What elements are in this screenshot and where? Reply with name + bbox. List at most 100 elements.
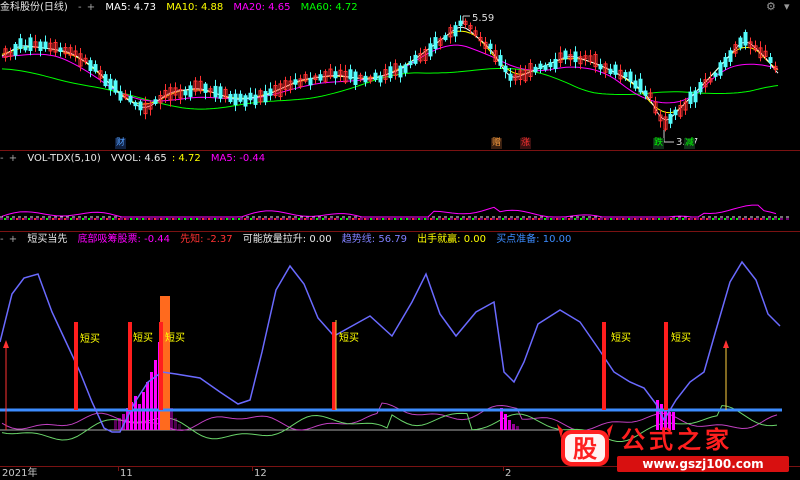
candle-body (638, 78, 643, 93)
bottom-bar (508, 420, 511, 430)
vol-bar (592, 218, 594, 220)
candle-body (183, 90, 188, 96)
x-tick (118, 467, 119, 471)
price-panel[interactable]: 金科股份(日线) - + MA5: 4.73 MA10: 4.88 MA20: … (0, 0, 800, 150)
x-tick (503, 467, 504, 471)
candle-body (128, 96, 133, 103)
candle-body (23, 45, 28, 51)
bottom-bar (504, 414, 507, 430)
marker-zhang[interactable]: 涨 (520, 138, 532, 149)
vol-bar (448, 218, 450, 220)
vol-bar (388, 218, 390, 220)
candle-body (413, 54, 418, 64)
vol-bar (478, 218, 480, 220)
candle-body (728, 50, 733, 62)
vol-bar (160, 218, 162, 220)
candle-body (598, 64, 603, 70)
candle-body (268, 88, 273, 96)
vol-bar (382, 218, 384, 220)
vol-bar (274, 218, 276, 220)
candle-body (623, 72, 628, 78)
vol-bar (700, 218, 702, 220)
vol-bar (496, 218, 498, 220)
candle-body (713, 72, 718, 77)
candle-body (203, 83, 208, 93)
marker-die[interactable]: 跌 (653, 138, 665, 149)
duanmai-label: 短买 (133, 331, 153, 344)
vol-bar (484, 218, 486, 220)
vol-bar (730, 218, 732, 220)
vol-bar (70, 218, 72, 220)
vol-bar (310, 218, 312, 220)
vol-bar (196, 218, 198, 220)
vol-bar (76, 218, 78, 220)
vol-bar (298, 218, 300, 220)
vol-bar (664, 218, 666, 220)
vol-bar (214, 218, 216, 220)
candle-body (243, 95, 248, 107)
watermark: 股 公式之家 www.gszj100.com (555, 424, 795, 476)
vol-bar (706, 218, 708, 220)
bottom-bar (118, 418, 121, 430)
candle-body (398, 65, 403, 78)
candle-body (238, 93, 243, 102)
price-chart[interactable]: 5.59 3.57 (0, 0, 800, 150)
candle-body (538, 63, 543, 70)
vol-bar (88, 218, 90, 220)
candle-body (563, 50, 568, 60)
vol-bar (34, 218, 36, 220)
x-label-12: 12 (254, 468, 267, 479)
vol-bar (226, 218, 228, 220)
candle-body (508, 73, 513, 81)
vol-bar (760, 218, 762, 220)
candle-body (433, 37, 438, 49)
vol-bar (460, 218, 462, 220)
candle-body (233, 93, 238, 106)
x-label-11: 11 (120, 468, 133, 479)
vol-bar (40, 218, 42, 220)
candle-body (93, 64, 98, 72)
vol-bar (256, 218, 258, 220)
vol-bar (202, 218, 204, 220)
x-label-2: 2 (505, 468, 512, 479)
vol-bar (106, 218, 108, 220)
candle-body (643, 90, 648, 96)
vol-bar (532, 218, 534, 220)
candle-body (768, 57, 773, 64)
candle-body (378, 75, 383, 83)
vol-bar (370, 218, 372, 220)
vol-bar (562, 218, 564, 220)
vol-bar (574, 218, 576, 220)
vol-bar (268, 218, 270, 220)
duanmai-label: 短买 (339, 331, 359, 344)
vol-bar (646, 218, 648, 220)
marker-jian[interactable]: 减 (684, 138, 696, 149)
vol-bar (712, 218, 714, 220)
vol-bar (46, 218, 48, 220)
vol-bar (748, 218, 750, 220)
vol-bar (130, 218, 132, 220)
bottom-bar (146, 382, 149, 430)
watermark-logo-char: 股 (573, 435, 597, 463)
candle-body (188, 85, 193, 97)
candle-body (673, 109, 678, 116)
vol-bar (538, 218, 540, 220)
vol-panel[interactable]: - + VOL-TDX(5,10) VVOL: 4.65 : 4.72 MA5:… (0, 151, 800, 231)
marker-zeng[interactable]: 赠 (491, 138, 503, 149)
vol-bar (250, 218, 252, 220)
candle-body (723, 56, 728, 68)
duanmai-label: 短买 (671, 331, 691, 344)
vol-bar (244, 218, 246, 220)
vol-bar (526, 218, 528, 220)
vol-bar (238, 218, 240, 220)
vol-bar (16, 218, 18, 220)
candle-body (613, 64, 618, 75)
vol-chart[interactable] (0, 151, 800, 231)
marker-cai[interactable]: 财 (115, 138, 127, 149)
vol-bar (22, 218, 24, 220)
vol-bar (262, 218, 264, 220)
candle-body (293, 79, 298, 85)
watermark-logo: 股 (557, 424, 613, 466)
vol-bar (430, 218, 432, 220)
candle-body (688, 91, 693, 104)
